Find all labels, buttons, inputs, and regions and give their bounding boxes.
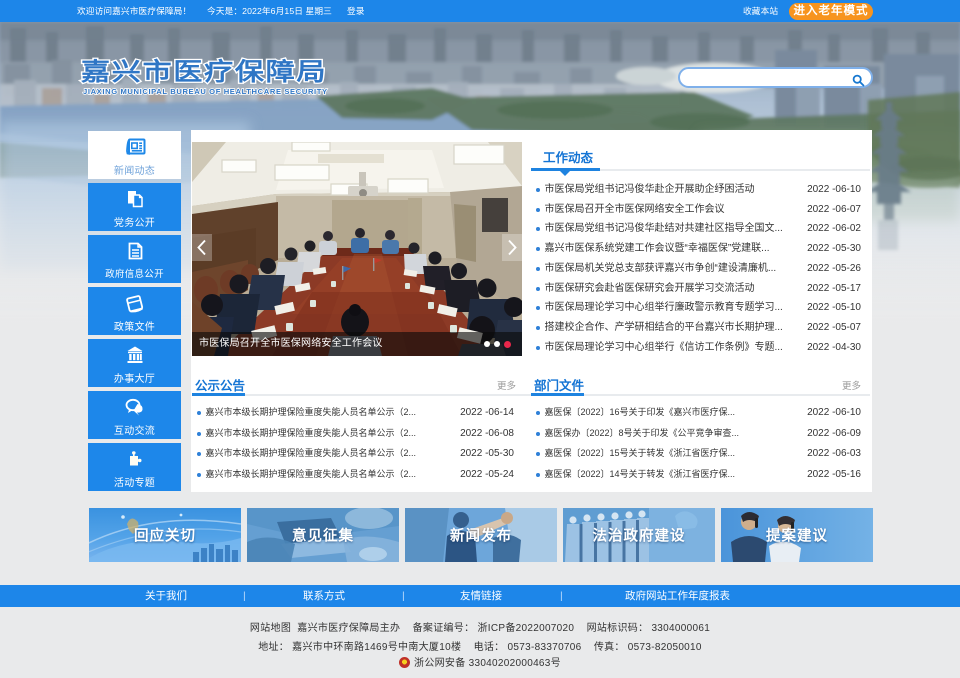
svg-text:JIAXING MUNICIPAL BUREAU OF HE: JIAXING MUNICIPAL BUREAU OF HEALTHCARE S… [83,87,328,96]
svg-text:嘉兴市医疗保障局: 嘉兴市医疗保障局 [81,57,327,85]
